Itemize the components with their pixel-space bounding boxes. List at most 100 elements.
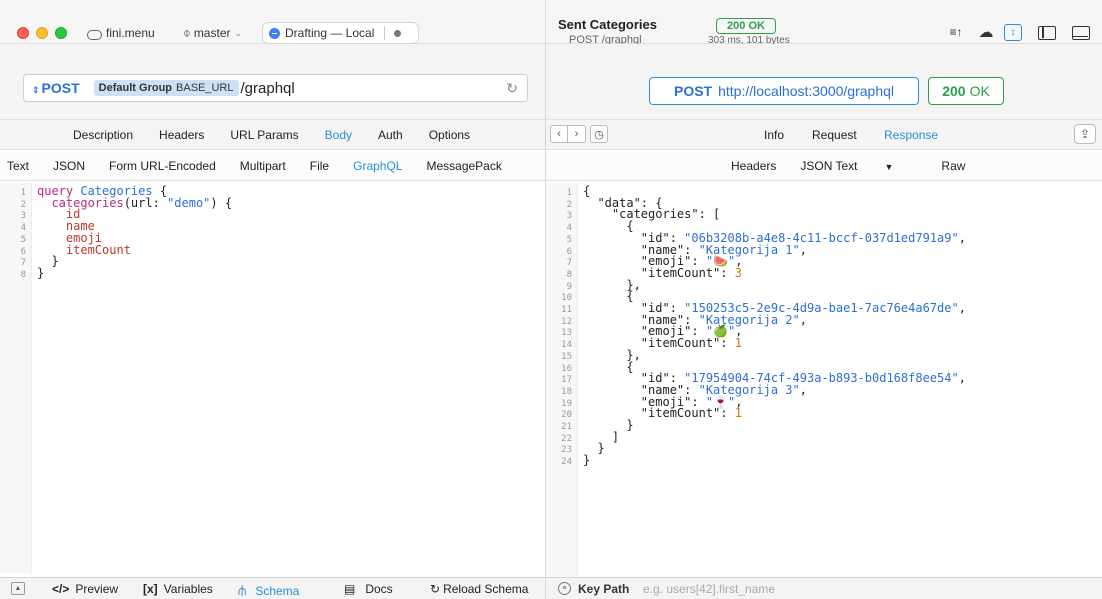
response-method: POST (673, 83, 713, 99)
response-status-badge: 200 OK (928, 77, 1004, 105)
graphql-editor[interactable]: 1 2 3 4 5 6 7 8 query Categories { categ… (0, 183, 545, 573)
method-selector[interactable]: ⇕ POST (32, 80, 80, 96)
preview-button[interactable]: </> Preview (52, 582, 118, 596)
chevron-right-icon[interactable]: › (568, 125, 586, 143)
line-number: 15 (561, 351, 572, 362)
reload-icon: ↻ (430, 582, 441, 596)
docs-label: Docs (365, 582, 393, 596)
chevron-down-icon: ⌄ (234, 27, 243, 38)
body-type-json[interactable]: JSON (53, 159, 85, 173)
variables-button[interactable]: [x] Variables (143, 582, 213, 596)
line-number: 7 (20, 258, 26, 269)
line-number: 16 (561, 363, 572, 374)
tab-headers[interactable]: Headers (159, 128, 204, 142)
response-view-tabs: Headers JSON Text ▼ Raw (546, 151, 1102, 181)
chevron-left-icon[interactable]: ‹ (550, 125, 568, 143)
body-type-tabs: Text JSON Form URL-Encoded Multipart Fil… (0, 151, 545, 181)
view-headers[interactable]: Headers (731, 159, 776, 173)
response-bottom-bar: ≡ Key Path e.g. users[42].first_name (546, 577, 1102, 599)
code-icon: </> (52, 582, 70, 596)
request-tabs: Description Headers URL Params Body Auth… (0, 120, 545, 150)
chevron-down-icon: ▼ (884, 161, 894, 172)
view-json-text[interactable]: JSON Text ▼ (800, 159, 917, 173)
docs-button[interactable]: ▤ Docs (344, 582, 393, 596)
status-text: OK (969, 83, 990, 99)
line-number: 5 (20, 234, 26, 245)
body-type-text[interactable]: Text (7, 159, 29, 173)
zoom-window-button[interactable] (55, 27, 67, 39)
minimize-window-button[interactable] (36, 27, 48, 39)
view-raw[interactable]: Raw (941, 159, 965, 173)
sync-dot-icon[interactable] (394, 29, 402, 37)
status-code: 200 (942, 83, 966, 99)
line-number: 3 (20, 211, 26, 222)
reload-schema-button[interactable]: ↻ Reload Schema (430, 582, 528, 596)
response-url: http://localhost:3000/graphql (718, 83, 895, 99)
line-number: 9 (566, 281, 572, 292)
tab-auth[interactable]: Auth (378, 128, 403, 142)
variable-name: BASE_URL (176, 82, 234, 94)
line-number: 19 (561, 398, 572, 409)
drafting-selector[interactable]: Drafting — Local (262, 22, 419, 44)
document-icon: ▤ (344, 582, 356, 596)
drafting-separator (384, 26, 386, 40)
share-icon[interactable]: ⇪ (1074, 124, 1096, 144)
body-type-multipart[interactable]: Multipart (240, 159, 286, 173)
line-number: 8 (20, 269, 26, 280)
line-number: 4 (20, 223, 26, 234)
line-number: 20 (561, 410, 572, 421)
sort-history-icon[interactable]: ≡↑ (946, 23, 966, 41)
workspace-selector[interactable]: fini.menu (86, 24, 155, 42)
response-url-bar: POST http://localhost:3000/graphql 200 OK (546, 44, 1102, 120)
environment-variable-chip[interactable]: Default Group BASE_URL (93, 80, 239, 96)
tab-description[interactable]: Description (73, 128, 133, 142)
titlebar-divider (545, 0, 546, 44)
sidebar-toggle-icon[interactable] (1038, 26, 1056, 40)
response-url-button[interactable]: POST http://localhost:3000/graphql (649, 77, 919, 105)
up-down-arrows-icon: ⇕ (32, 85, 40, 95)
body-type-messagepack[interactable]: MessagePack (426, 159, 501, 173)
variables-icon: [x] (143, 582, 158, 596)
request-url-field[interactable]: ⇕ POST Default Group BASE_URL /graphql ↻ (23, 74, 528, 102)
schema-label: Schema (255, 583, 300, 598)
split-layout-icon[interactable]: ↕ (1004, 24, 1022, 41)
line-number: 11 (561, 305, 572, 315)
drafting-label: Drafting — Local (285, 26, 375, 40)
tab-info[interactable]: Info (764, 128, 784, 142)
key-path-input[interactable]: e.g. users[42].first_name (643, 582, 775, 596)
reload-icon[interactable]: ↻ (506, 80, 518, 97)
clock-icon[interactable]: ◷ (590, 125, 608, 143)
line-number: 14 (561, 340, 572, 351)
tab-options[interactable]: Options (429, 128, 470, 142)
tab-url-params[interactable]: URL Params (230, 128, 298, 142)
history-nav: ‹ › ◷ (550, 125, 608, 143)
code-line: } (37, 265, 45, 280)
schema-button[interactable]: ⫛ Schema (238, 582, 299, 599)
branch-selector[interactable]: ⌽ master ⌄ (183, 24, 242, 42)
tab-body[interactable]: Body (325, 128, 352, 142)
key-path-label: Key Path (578, 582, 630, 596)
status-badge: 200 OK (716, 18, 776, 34)
variables-label: Variables (163, 582, 213, 596)
body-type-graphql[interactable]: GraphQL (353, 159, 402, 173)
body-type-form[interactable]: Form URL-Encoded (109, 159, 216, 173)
bottom-panel-toggle-icon[interactable] (1072, 26, 1090, 40)
line-number: 1 (566, 188, 572, 198)
line-number: 18 (561, 386, 572, 397)
title-bar: fini.menu ⌽ master ⌄ Drafting — Local Se… (0, 0, 1102, 46)
line-number: 8 (566, 269, 572, 280)
reload-schema-label: Reload Schema (443, 582, 529, 596)
json-response-view[interactable]: 1{2 "data": {3 "categories": [4 {5 "id":… (546, 183, 1102, 577)
close-window-button[interactable] (17, 27, 29, 39)
body-type-file[interactable]: File (310, 159, 329, 173)
tab-request[interactable]: Request (812, 128, 857, 142)
request-url-bar: ⇕ POST Default Group BASE_URL /graphql ↻ (0, 44, 545, 120)
request-bottom-bar: ▲ </> Preview [x] Variables ⫛ Schema ▤ Docs … (0, 577, 545, 599)
sent-request-title: Sent Categories (558, 17, 657, 32)
cloud-icon (86, 27, 102, 40)
line-number: 24 (561, 457, 572, 468)
cloud-sync-icon[interactable]: ☁ (976, 23, 996, 41)
tab-response[interactable]: Response (884, 128, 938, 142)
collapse-panel-icon[interactable]: ▲ (11, 582, 25, 595)
line-number: 21 (561, 422, 572, 432)
